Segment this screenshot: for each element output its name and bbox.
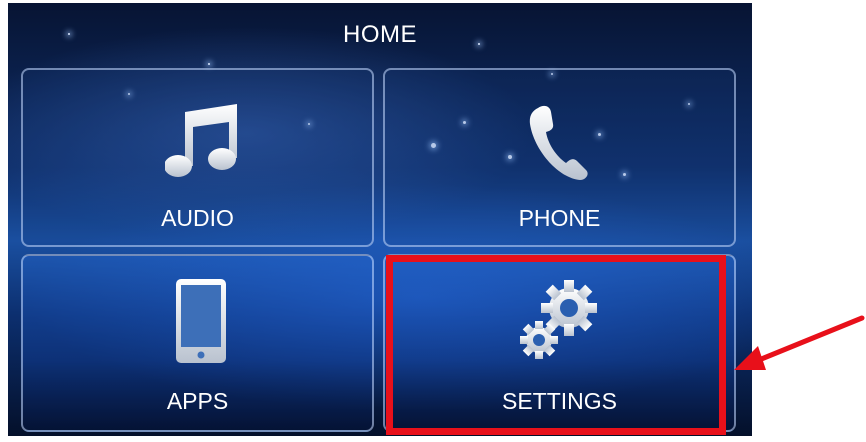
music-note-icon bbox=[165, 104, 237, 177]
phone-label: PHONE bbox=[518, 205, 601, 231]
apps-label: APPS bbox=[166, 388, 229, 414]
audio-label: AUDIO bbox=[161, 205, 234, 231]
page-title: HOME bbox=[343, 21, 417, 48]
tablet-icon bbox=[176, 279, 226, 363]
phone-tile[interactable]: PHONE bbox=[383, 68, 736, 247]
annotation-arrow-icon bbox=[734, 315, 865, 370]
audio-tile[interactable]: AUDIO bbox=[21, 68, 374, 247]
apps-tile[interactable]: APPS bbox=[21, 254, 374, 432]
settings-highlight-box bbox=[386, 255, 726, 435]
phone-icon bbox=[529, 105, 588, 180]
